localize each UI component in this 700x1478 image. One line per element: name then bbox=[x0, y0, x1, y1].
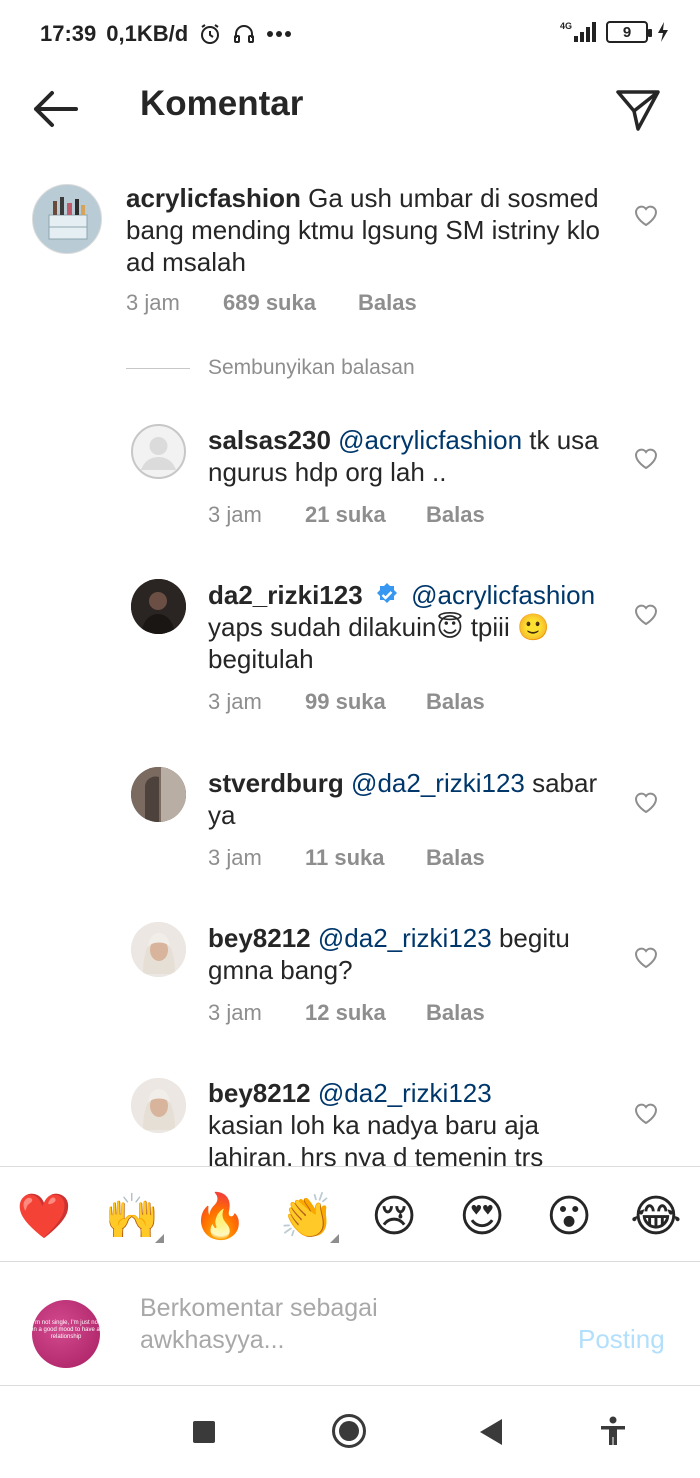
heart-outline-icon[interactable] bbox=[633, 1100, 659, 1126]
avatar[interactable] bbox=[131, 1078, 186, 1133]
system-nav-bar bbox=[0, 1386, 700, 1478]
emoji-crying[interactable]: 😢 bbox=[366, 1189, 422, 1245]
user-photo-icon bbox=[131, 1078, 186, 1133]
square-icon bbox=[193, 1421, 215, 1443]
comment-input[interactable] bbox=[140, 1292, 460, 1362]
reply-item: bey8212 @da2_rizki123 kasian loh ka nady… bbox=[0, 0, 700, 1166]
skin-tone-indicator bbox=[330, 1234, 339, 1243]
emoji-surprised[interactable]: 😮 bbox=[541, 1189, 597, 1245]
post-button[interactable]: Posting bbox=[578, 1324, 665, 1355]
emoji-char: 🙌 bbox=[104, 1191, 160, 1242]
quick-reaction-bar: ❤️ 🙌 🔥 👏 😢 😍 😮 😂 bbox=[0, 1166, 700, 1262]
recent-apps-button[interactable] bbox=[192, 1420, 216, 1449]
home-button[interactable] bbox=[331, 1413, 367, 1454]
reply-text: kasian loh ka nadya baru aja lahiran, hr… bbox=[208, 1110, 544, 1166]
triangle-back-icon bbox=[480, 1419, 502, 1445]
skin-tone-indicator bbox=[155, 1234, 164, 1243]
my-avatar: I'm not single, I'm just not in a good m… bbox=[32, 1300, 100, 1368]
circle-icon bbox=[332, 1414, 366, 1448]
emoji-raised-hands[interactable]: 🙌 bbox=[104, 1189, 164, 1245]
emoji-heart-eyes[interactable]: 😍 bbox=[454, 1189, 510, 1245]
emoji-clap[interactable]: 👏 bbox=[279, 1189, 339, 1245]
reply-username[interactable]: bey8212 bbox=[208, 1078, 311, 1108]
accessibility-button[interactable] bbox=[600, 1416, 626, 1451]
emoji-heart[interactable]: ❤️ bbox=[16, 1189, 72, 1245]
emoji-laughing[interactable]: 😂 bbox=[628, 1189, 684, 1245]
mention-link[interactable]: @da2_rizki123 bbox=[318, 1078, 492, 1108]
emoji-fire[interactable]: 🔥 bbox=[192, 1189, 248, 1245]
comment-composer: I'm not single, I'm just not in a good m… bbox=[0, 1262, 700, 1386]
back-nav-button[interactable] bbox=[479, 1418, 503, 1451]
accessibility-icon bbox=[601, 1416, 625, 1445]
emoji-char: 👏 bbox=[279, 1191, 335, 1242]
